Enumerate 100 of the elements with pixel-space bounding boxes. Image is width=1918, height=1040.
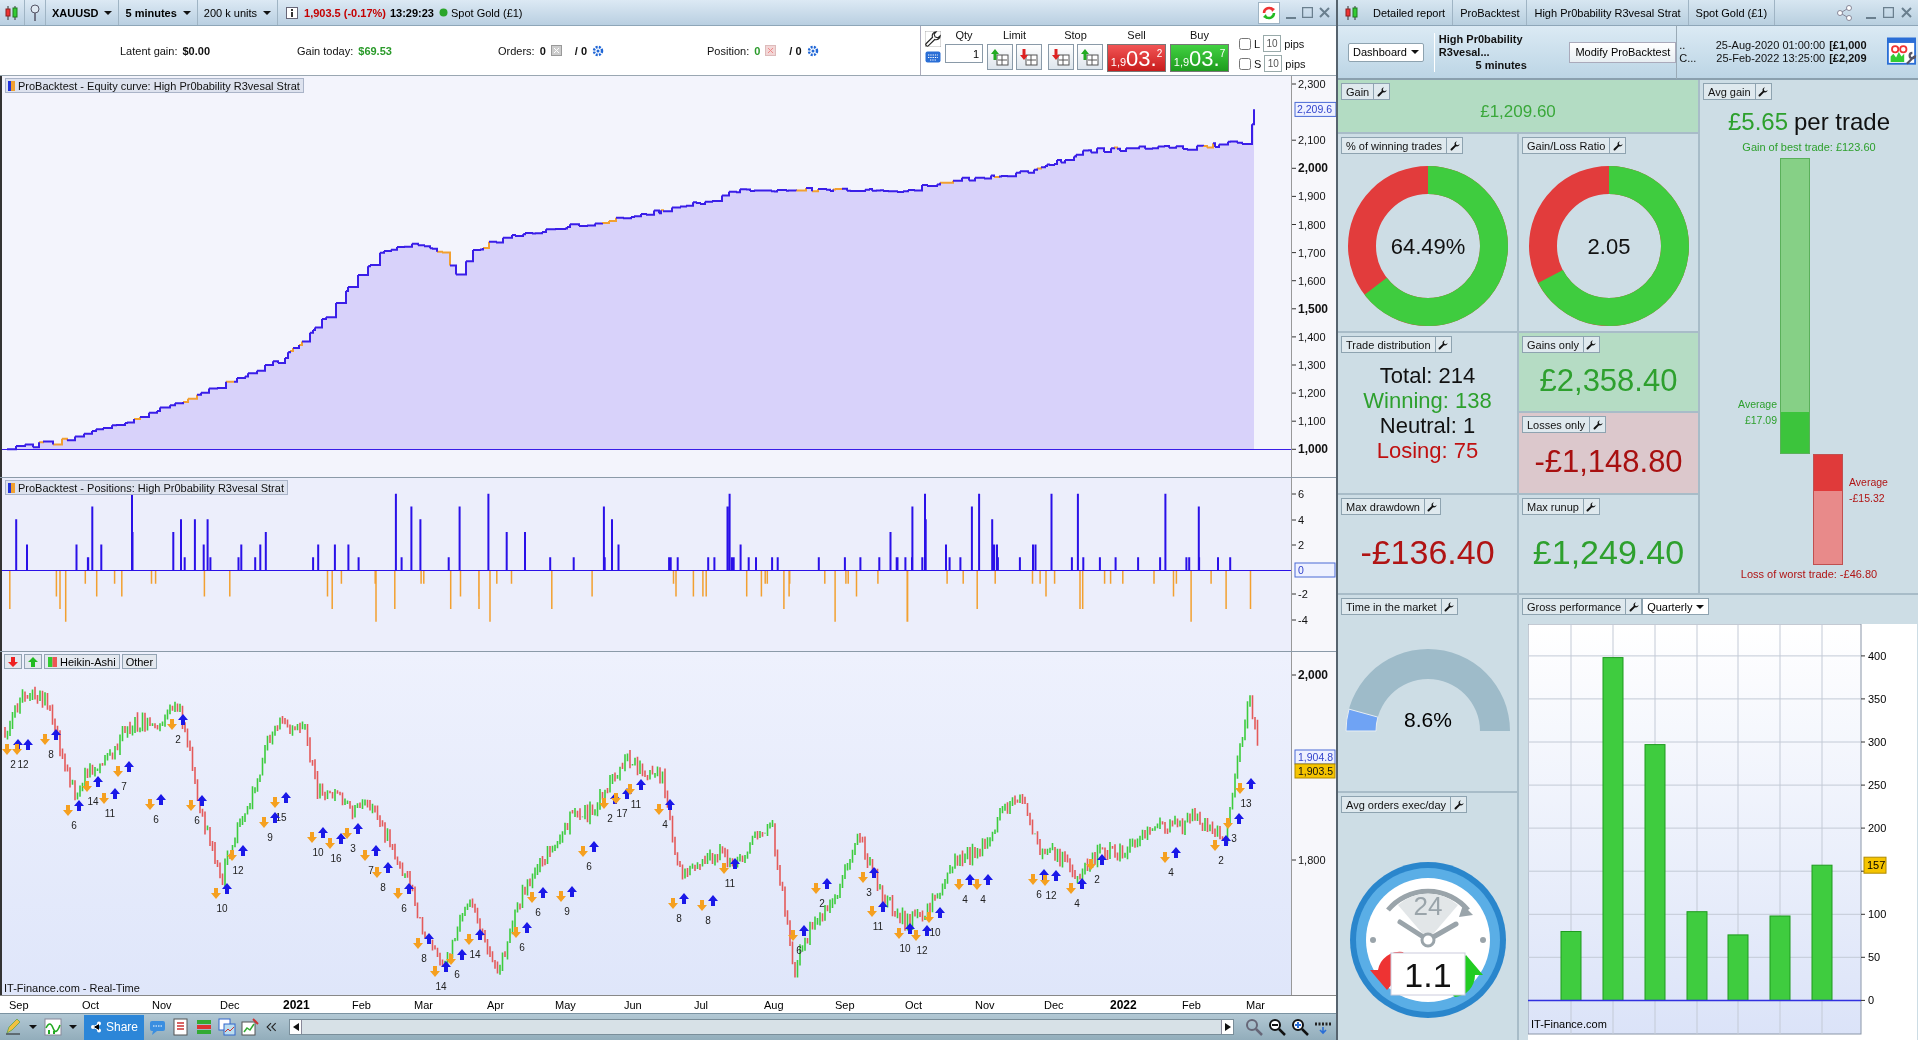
date-label: 2021 (283, 998, 310, 1012)
trade-count-label: 2 (175, 734, 181, 745)
zoom-fit-icon[interactable] (1245, 1018, 1263, 1037)
order-list-icon[interactable] (550, 45, 562, 56)
gear-icon[interactable] (592, 44, 605, 57)
symbol-dropdown[interactable]: XAUUSD (46, 0, 120, 25)
tab[interactable]: Spot Gold (£1) (1688, 0, 1776, 25)
orders-value: 1.1 (1390, 952, 1465, 996)
axis-label: 2,000 (1298, 161, 1329, 176)
wrench-icon[interactable] (925, 31, 941, 47)
clock-label: 24 (1413, 891, 1442, 921)
axis-label: 2,000 (1298, 668, 1329, 682)
wrench-icon[interactable] (1438, 339, 1449, 350)
zoom-out-icon[interactable] (1268, 1018, 1286, 1037)
units-dropdown[interactable]: 200 k units (197, 0, 278, 25)
limit-sell-button[interactable] (1016, 44, 1042, 70)
axis-label: 200 (1868, 822, 1887, 835)
down-arrow-icon (8, 656, 18, 667)
scrollbar[interactable] (289, 1019, 1234, 1036)
date-label: Jul (694, 999, 709, 1011)
axis-label: 250 (1868, 779, 1887, 792)
trade-count-label: 12 (232, 865, 244, 876)
date-label: May (555, 999, 576, 1011)
modify-backtest-button[interactable]: Modify ProBacktest (1569, 41, 1677, 63)
unit-label: per trade (1794, 108, 1891, 136)
keyboard-icon[interactable] (925, 51, 941, 63)
info-icon[interactable] (286, 6, 298, 19)
trade-arrows-icon (413, 933, 434, 949)
stop-buy-button[interactable] (1048, 44, 1074, 70)
trade-arrows-icon (167, 714, 188, 730)
list-icon[interactable] (172, 1018, 191, 1037)
offset-checkbox[interactable] (1239, 37, 1251, 50)
quote-time: 13:29:23 (389, 6, 434, 19)
axis-label: 100 (1868, 908, 1887, 921)
stat-value: $69.53 (358, 44, 392, 57)
other-button[interactable]: Other (121, 654, 158, 669)
widget-title: Max drawdown (1345, 500, 1421, 514)
pencil-icon[interactable] (4, 1018, 22, 1037)
compare-icon[interactable] (218, 1018, 237, 1037)
limit-buy-button[interactable] (987, 44, 1013, 70)
zoom-in-icon[interactable] (1291, 1018, 1309, 1037)
maximize-icon[interactable] (1883, 7, 1894, 18)
wrench-icon[interactable] (1427, 501, 1438, 512)
widget-title: Time in the market (1345, 600, 1438, 614)
pips-field[interactable]: 10 (1263, 35, 1282, 52)
wrench-icon[interactable] (1628, 601, 1639, 612)
wrench-icon[interactable] (1758, 86, 1769, 97)
wrench-icon[interactable] (1453, 799, 1464, 810)
maximize-icon[interactable] (1302, 7, 1313, 18)
wrench-icon[interactable] (1612, 140, 1623, 151)
tab[interactable]: ProBacktest (1453, 0, 1528, 25)
refresh-icon[interactable] (1261, 4, 1277, 21)
wrench-icon[interactable] (1449, 140, 1460, 151)
axis-label: 1,200 (1298, 387, 1326, 400)
axis-label: 1,800 (1298, 218, 1326, 231)
trade-count-label: 4 (962, 894, 968, 905)
view-dropdown[interactable]: Dashboard (1348, 42, 1424, 62)
timeframe-dropdown[interactable]: 5 minutes (119, 0, 198, 25)
distribution-line: Neutral: 1 (1379, 413, 1476, 438)
chart-style-button[interactable]: Heikin-Ashi (44, 654, 120, 669)
gear-icon[interactable] (806, 44, 819, 57)
period-dropdown[interactable]: Quarterly (1642, 598, 1710, 615)
date-label: Nov (152, 999, 172, 1011)
date-label: Apr (487, 999, 505, 1011)
axis-label: 1,300 (1298, 359, 1326, 371)
sell-signal-button[interactable] (4, 654, 22, 669)
close-icon[interactable] (1901, 7, 1912, 18)
stop-sell-button[interactable] (1077, 44, 1103, 70)
share-button[interactable]: Share (84, 1014, 145, 1040)
caret-icon[interactable] (29, 1025, 37, 1030)
wrench-icon[interactable] (1586, 339, 1597, 350)
pips-field[interactable]: 10 (1264, 55, 1283, 72)
widget-title: Avg gain (1707, 85, 1752, 99)
trade-arrows-icon (1235, 778, 1256, 794)
pin-icon[interactable] (29, 3, 41, 22)
strategy-timeframe: 5 minutes (1475, 58, 1527, 72)
close-icon[interactable] (1319, 7, 1330, 18)
date-label: Mar (1246, 999, 1265, 1011)
bars-icon[interactable] (195, 1018, 214, 1037)
trade-count-label: 6 (401, 903, 407, 914)
wrench-icon[interactable] (1592, 419, 1603, 430)
axis-label: -4 (1298, 614, 1308, 626)
indicator-icon[interactable] (44, 1018, 62, 1037)
offset-checkbox[interactable] (1239, 57, 1251, 70)
wrench-icon[interactable] (1376, 86, 1387, 97)
scroll-right-icon[interactable] (1224, 1023, 1231, 1032)
caret-icon[interactable] (69, 1025, 77, 1030)
widget-title: Gain (1345, 85, 1371, 99)
date-label: Oct (905, 999, 923, 1011)
tab[interactable]: Detailed report (1366, 0, 1454, 25)
trade-arrows-icon (12, 739, 33, 755)
scroll-left-icon[interactable] (292, 1023, 299, 1032)
performance-bar (1727, 934, 1749, 1001)
wrench-icon[interactable] (1444, 601, 1455, 612)
wrench-icon[interactable] (1586, 501, 1597, 512)
trade-count-label: 6 (519, 942, 525, 953)
average-loss-label: -£15.32 (1849, 492, 1885, 504)
chart-tool-icon[interactable] (241, 1018, 260, 1037)
quantity-field[interactable]: 1 (945, 44, 983, 63)
tab[interactable]: High Pr0bability R3vesal Strat (1527, 0, 1689, 25)
